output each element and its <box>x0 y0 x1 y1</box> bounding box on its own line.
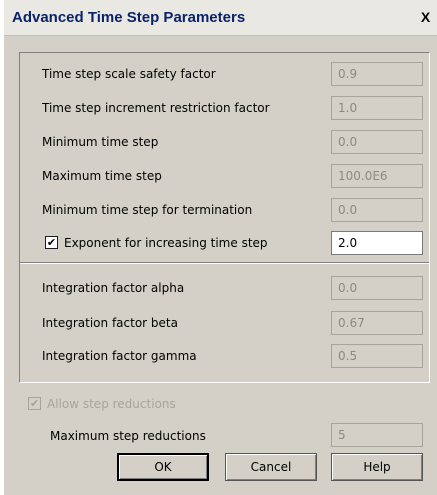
max-step-reductions-field: 5 <box>331 423 423 447</box>
termination-time-step-label: Minimum time step for termination <box>42 203 253 217</box>
max-step-reductions-label: Maximum step reductions <box>50 429 206 443</box>
integration-gamma-label: Integration factor gamma <box>42 349 197 363</box>
maximum-time-step-label: Maximum time step <box>42 169 162 183</box>
termination-time-step-field: 0.0 <box>331 198 423 222</box>
maximum-time-step-field: 100.0E6 <box>331 164 423 188</box>
minimum-time-step-label: Minimum time step <box>42 135 159 149</box>
integration-alpha-label: Integration factor alpha <box>42 281 185 295</box>
allow-step-reductions-label: Allow step reductions <box>47 397 176 411</box>
exponent-checkbox[interactable]: ✔ <box>45 236 58 249</box>
scale-safety-factor-field: 0.9 <box>331 62 423 86</box>
integration-beta-field: 0.67 <box>331 311 423 335</box>
integration-beta-label: Integration factor beta <box>42 316 178 330</box>
allow-step-reductions-checkbox[interactable]: ✔ <box>28 397 41 410</box>
increment-restriction-factor-field: 1.0 <box>331 96 423 120</box>
increment-restriction-factor-label: Time step increment restriction factor <box>42 101 270 115</box>
dialog-window: Advanced Time Step Parameters X Time ste… <box>4 0 437 495</box>
integration-alpha-field: 0.0 <box>331 276 423 300</box>
dialog-title: Advanced Time Step Parameters <box>12 9 246 26</box>
group-divider <box>20 262 429 264</box>
minimum-time-step-field: 0.0 <box>331 130 423 154</box>
help-button[interactable]: Help <box>331 453 423 481</box>
ok-button[interactable]: OK <box>117 453 209 481</box>
scale-safety-factor-label: Time step scale safety factor <box>42 67 216 81</box>
exponent-label: Exponent for increasing time step <box>64 236 268 250</box>
close-icon[interactable]: X <box>418 9 433 25</box>
title-bar: Advanced Time Step Parameters X <box>4 0 437 36</box>
exponent-input[interactable]: 2.0 <box>331 231 423 255</box>
integration-gamma-field: 0.5 <box>331 344 423 368</box>
cancel-button[interactable]: Cancel <box>225 453 317 481</box>
